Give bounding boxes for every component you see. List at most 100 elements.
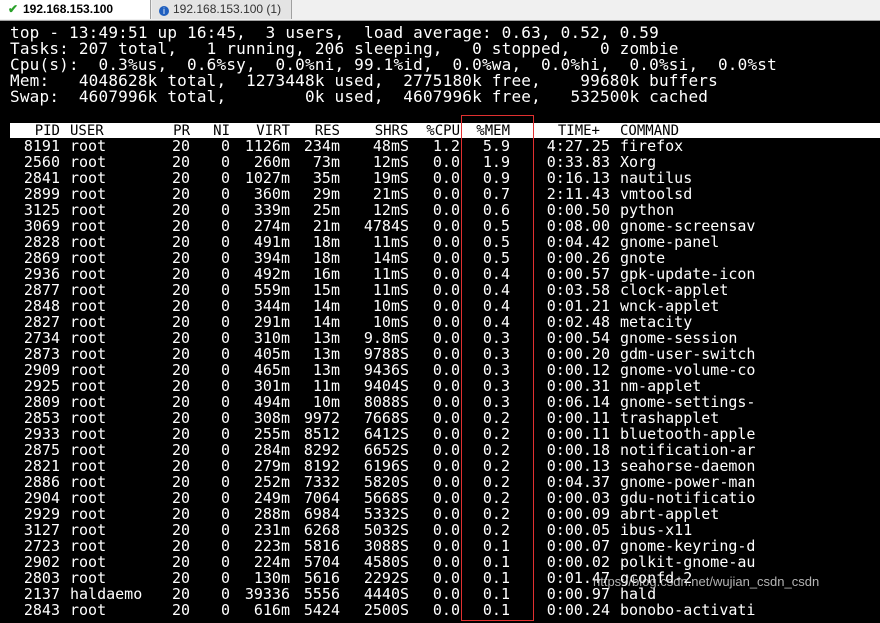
cell-pid: 2848 [23,297,60,315]
cell-cpu: 0.0 [432,201,460,219]
cell-command: gnome-settings- [620,393,756,411]
table-row[interactable]: 3125 root 20 0 339m 25m 12m S 0.0 0.6 0:00.50 pytho… [0,202,880,218]
cell-pr: 20 [171,249,190,267]
table-row[interactable]: 2902 root 20 0 224m 5704 4580 S 0.0 0.1 0:00.02 pol… [0,554,880,570]
cell-cpu: 0.0 [432,553,460,571]
tab-session-2[interactable]: i 192.168.153.100 (1) [152,0,292,19]
cell-user: haldaemo [70,585,143,603]
cell-pid: 2899 [23,185,60,203]
cell-user: root [70,265,107,283]
cell-ni: 0 [220,601,230,619]
cell-pid: 2803 [23,569,60,587]
tab-session-1[interactable]: ✔ 192.168.153.100 [0,0,151,19]
table-row[interactable]: 2827 root 20 0 291m 14m 10m S 0.0 0.4 0:02.48 metac… [0,314,880,330]
cell-state: S [400,505,410,523]
cell-pr: 20 [171,313,190,331]
cell-cpu: 0.0 [432,601,460,619]
info-icon: i [159,6,169,16]
table-row[interactable]: 2869 root 20 0 394m 18m 14m S 0.0 0.5 0:00.26 gnote [0,250,880,266]
cell-command: bluetooth-apple [620,425,756,443]
cell-command: seahorse-daemon [620,457,756,475]
table-row[interactable]: 8191 root 20 0 1126m 234m 48m S 1.2 5.9 4:27.25 fir… [0,138,880,154]
cell-time: 0:00.05 [546,521,610,539]
cell-pr: 20 [171,601,190,619]
terminal-window[interactable]: top - 13:49:51 up 16:45, 3 users, load a… [0,21,880,623]
cell-virt: 301m [253,377,290,395]
table-row[interactable]: 2828 root 20 0 491m 18m 11m S 0.0 0.5 0:04.42 gnome… [0,234,880,250]
table-row[interactable]: 2848 root 20 0 344m 14m 10m S 0.0 0.4 0:01.21 wnck-… [0,298,880,314]
cell-command: ibus-x11 [620,521,693,539]
cell-cpu: 0.0 [432,249,460,267]
cell-ni: 0 [220,521,230,539]
cell-res: 5424 [303,601,340,619]
cell-user: root [70,249,107,267]
cell-pid: 2886 [23,473,60,491]
cell-user: root [70,361,107,379]
cell-virt: 491m [253,233,290,251]
cell-virt: 288m [253,505,290,523]
cell-pid: 2873 [23,345,60,363]
cell-state: S [400,201,410,219]
cell-ni: 0 [220,425,230,443]
table-row[interactable]: 2925 root 20 0 301m 11m 9404 S 0.0 0.3 0:00.31 nm-a… [0,378,880,394]
cell-shr: 9788 [363,345,400,363]
cell-res: 13m [312,345,340,363]
cell-time: 0:04.42 [546,233,610,251]
table-row[interactable]: 2723 root 20 0 223m 5816 3088 S 0.0 0.1 0:00.07 gno… [0,538,880,554]
cell-time: 0:01.21 [546,297,610,315]
cell-res: 6268 [303,521,340,539]
table-row[interactable]: 2899 root 20 0 360m 29m 21m S 0.0 0.7 2:11.43 vmtoo… [0,186,880,202]
cell-shr: 14m [372,249,400,267]
table-row[interactable]: 3127 root 20 0 231m 6268 5032 S 0.0 0.2 0:00.05 ibu… [0,522,880,538]
cell-shr: 11m [372,233,400,251]
table-row[interactable]: 2853 root 20 0 308m 9972 7668 S 0.0 0.2 0:00.11 tra… [0,410,880,426]
cell-time: 0:00.57 [546,265,610,283]
cell-shr: 5032 [363,521,400,539]
cell-res: 14m [312,297,340,315]
cell-res: 13m [312,361,340,379]
cell-user: root [70,425,107,443]
cell-ni: 0 [220,201,230,219]
cell-time: 0:00.07 [546,537,610,555]
cell-time: 0:00.12 [546,361,610,379]
table-row[interactable]: 2560 root 20 0 260m 73m 12m S 0.0 1.9 0:33.83 Xorg [0,154,880,170]
cell-user: root [70,185,107,203]
cell-cpu: 0.0 [432,313,460,331]
cell-virt: 223m [253,537,290,555]
cell-user: root [70,169,107,187]
cell-user: root [70,201,107,219]
table-row[interactable]: 2877 root 20 0 559m 15m 11m S 0.0 0.4 0:03.58 clock… [0,282,880,298]
cell-user: root [70,393,107,411]
cell-ni: 0 [220,409,230,427]
cell-user: root [70,345,107,363]
cell-pr: 20 [171,521,190,539]
cell-command: gpk-update-icon [620,265,756,283]
cell-time: 0:04.37 [546,473,610,491]
table-row[interactable]: 2734 root 20 0 310m 13m 9.8m S 0.0 0.3 0:00.54 gnom… [0,330,880,346]
cell-pr: 20 [171,169,190,187]
cell-pr: 20 [171,393,190,411]
cell-cpu: 0.0 [432,409,460,427]
table-row[interactable]: 2904 root 20 0 249m 7064 5668 S 0.0 0.2 0:00.03 gdu… [0,490,880,506]
table-row[interactable]: 2809 root 20 0 494m 10m 8088 S 0.0 0.3 0:06.14 gnom… [0,394,880,410]
table-row[interactable]: 3069 root 20 0 274m 21m 4784 S 0.0 0.5 0:08.00 gnom… [0,218,880,234]
cell-ni: 0 [220,265,230,283]
cell-pid: 2933 [23,425,60,443]
cell-cpu: 0.0 [432,489,460,507]
table-row[interactable]: 2875 root 20 0 284m 8292 6652 S 0.0 0.2 0:00.18 not… [0,442,880,458]
cell-res: 16m [312,265,340,283]
table-row[interactable]: 2841 root 20 0 1027m 35m 19m S 0.0 0.9 0:16.13 naut… [0,170,880,186]
table-row[interactable]: 2933 root 20 0 255m 8512 6412 S 0.0 0.2 0:00.11 blu… [0,426,880,442]
cell-virt: 279m [253,457,290,475]
table-row[interactable]: 2843 root 20 0 616m 5424 2500 S 0.0 0.1 0:00.24 bon… [0,602,880,618]
table-row[interactable]: 2873 root 20 0 405m 13m 9788 S 0.0 0.3 0:00.20 gdm-… [0,346,880,362]
table-row[interactable]: 2909 root 20 0 465m 13m 9436 S 0.0 0.3 0:00.12 gnom… [0,362,880,378]
table-row[interactable]: 2936 root 20 0 492m 16m 11m S 0.0 0.4 0:00.57 gpk-u… [0,266,880,282]
table-row[interactable]: 2821 root 20 0 279m 8192 6196 S 0.0 0.2 0:00.13 sea… [0,458,880,474]
table-row[interactable]: 2929 root 20 0 288m 6984 5332 S 0.0 0.2 0:00.09 abr… [0,506,880,522]
cell-res: 9972 [303,409,340,427]
cell-pid: 8191 [23,137,60,155]
cell-pid: 2925 [23,377,60,395]
cell-user: root [70,377,107,395]
table-row[interactable]: 2886 root 20 0 252m 7332 5820 S 0.0 0.2 0:04.37 gno… [0,474,880,490]
